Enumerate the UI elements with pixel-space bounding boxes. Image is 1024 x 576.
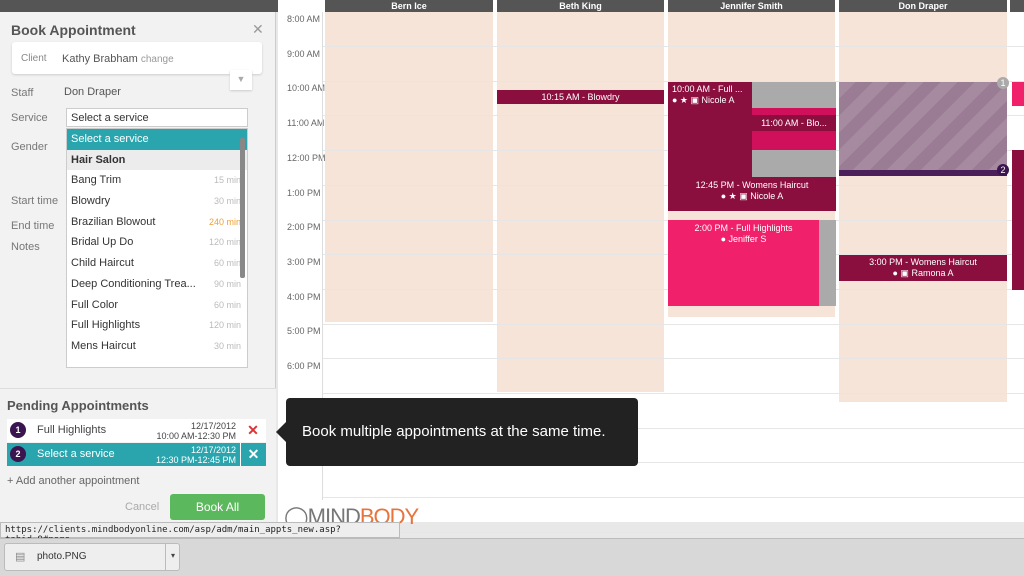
row-number: 2	[10, 446, 26, 462]
close-icon[interactable]: ✕	[252, 21, 264, 38]
time-label: 10:00 AM	[287, 83, 326, 94]
appointment[interactable]: 11:00 AM - Blo...	[752, 115, 836, 131]
hour-line	[322, 531, 1024, 533]
staff-column-header: Beth King	[497, 0, 664, 12]
notes-label: Notes	[11, 241, 40, 253]
start-time-label: Start time	[11, 195, 59, 207]
client-name: Kathy Brabham	[62, 53, 138, 65]
add-appointment-link[interactable]: + Add another appointment	[7, 475, 139, 487]
time-label: 2:00 PM	[287, 222, 321, 233]
service-option[interactable]: Full Color 60 min	[67, 295, 247, 316]
block-gray	[819, 220, 836, 306]
pending-row-1[interactable]: 1 Full Highlights 12/17/2012 10:00 AM-12:…	[7, 419, 266, 442]
expand-toggle-icon[interactable]: ▼	[230, 70, 252, 90]
end-time-label: End time	[11, 220, 55, 232]
appointment[interactable]	[1012, 150, 1024, 290]
remove-icon[interactable]: ✕	[240, 443, 266, 466]
staff-column-header	[1010, 0, 1024, 12]
pending-title: Pending Appointments	[7, 398, 149, 413]
appointment[interactable]: 10:00 AM - Full ... ● ★ ▣ Nicole A	[668, 82, 752, 177]
time-label: 1:00 PM	[287, 187, 321, 198]
download-filename: photo.PNG	[37, 551, 87, 562]
hour-line	[322, 358, 1024, 360]
download-item[interactable]: ▤ photo.PNG ▾	[4, 543, 180, 571]
appointment[interactable]: 2:00 PM - Full Highlights ● Jeniffer S	[668, 220, 819, 306]
staff-label: Staff	[11, 87, 34, 99]
service-option[interactable]: Child Haircut 60 min	[67, 253, 247, 274]
pending-badge-1: 1	[997, 77, 1009, 89]
service-option[interactable]: Blowdry 30 min	[67, 191, 247, 212]
row-service: Full Highlights	[37, 424, 107, 436]
hour-line	[322, 497, 1024, 499]
remove-icon[interactable]: ✕	[240, 419, 266, 442]
row-number: 1	[10, 422, 26, 438]
service-option[interactable]: Deep Conditioning Trea... 90 min	[67, 274, 247, 295]
dropdown-scrollbar[interactable]	[240, 138, 245, 278]
pending-appointments: Pending Appointments 1 Full Highlights 1…	[0, 388, 276, 522]
appointment[interactable]: 12:45 PM - Womens Haircut ● ★ ▣ Nicole A	[668, 177, 836, 211]
change-link[interactable]: change	[141, 54, 174, 65]
tooltip: Book multiple appointments at the same t…	[276, 398, 638, 466]
time-label: 4:00 PM	[287, 291, 321, 302]
book-all-button[interactable]: Book All	[170, 494, 265, 520]
client-box: Client Kathy Brabham change	[12, 42, 262, 74]
staff-column-header: Bern Ice	[325, 0, 493, 12]
service-option[interactable]: Full Highlights 120 min	[67, 315, 247, 336]
time-label: 6:00 PM	[287, 361, 321, 371]
panel-title: Book Appointment	[11, 22, 136, 38]
service-dropdown: Select a service Hair Salon Bang Trim 15 mi…	[66, 128, 248, 368]
time-label: 5:00 PM	[287, 326, 321, 337]
time-label: 8:00 AM	[287, 14, 321, 24]
appointment[interactable]	[1012, 82, 1024, 106]
chevron-down-icon[interactable]: ▾	[165, 544, 180, 570]
time-label: 3:00 PM	[287, 256, 321, 267]
staff-column[interactable]	[325, 12, 493, 322]
staff-column-header: Jennifer Smith	[668, 0, 835, 12]
time-label: 12:00 PM	[287, 152, 326, 163]
service-option[interactable]: Brazilian Blowout 240 min	[67, 212, 247, 233]
service-option[interactable]: Select a service	[67, 129, 247, 150]
hour-line	[322, 46, 1024, 47]
row-service: Select a service	[37, 448, 115, 460]
cancel-button[interactable]: Cancel	[125, 501, 159, 513]
pending-badge-2: 2	[997, 164, 1009, 176]
time-label: 11:00 AM	[287, 118, 325, 129]
service-label: Service	[11, 112, 48, 124]
pending-row-2[interactable]: 2 Select a service 12/17/2012 12:30 PM-12…	[7, 443, 266, 466]
client-label: Client	[21, 53, 47, 64]
row-datetime: 12/17/2012 10:00 AM-12:30 PM	[156, 421, 236, 441]
service-option[interactable]: Bridal Up Do 120 min	[67, 232, 247, 253]
appointment[interactable]: 3:00 PM - Womens Haircut ● ▣ Ramona A	[839, 255, 1007, 281]
staff-column[interactable]	[839, 12, 1007, 402]
service-select[interactable]: Select a service	[66, 108, 248, 127]
file-icon: ▤	[15, 551, 26, 563]
time-label: 9:00 AM	[287, 48, 321, 59]
hour-line	[322, 393, 1024, 394]
staff-column-header: Don Draper	[839, 0, 1007, 12]
appointment[interactable]: 10:15 AM - Blowdry	[497, 90, 664, 104]
download-bar: ▤ photo.PNG ▾	[0, 538, 1024, 576]
status-bar-url: https://clients.mindbodyonline.com/asp/a…	[0, 522, 400, 545]
row-datetime: 12/17/2012 12:30 PM-12:45 PM	[155, 445, 236, 465]
staff-column[interactable]	[497, 12, 664, 392]
service-option: Hair Salon	[67, 149, 247, 171]
staff-value: Don Draper	[64, 86, 121, 98]
service-option[interactable]: Mens Haircut 30 min	[67, 336, 247, 357]
service-option[interactable]: Bang Trim 15 min	[67, 170, 247, 191]
gender-label: Gender	[11, 141, 48, 153]
hour-line	[322, 323, 1024, 325]
pending-booking-area[interactable]	[839, 82, 1007, 176]
